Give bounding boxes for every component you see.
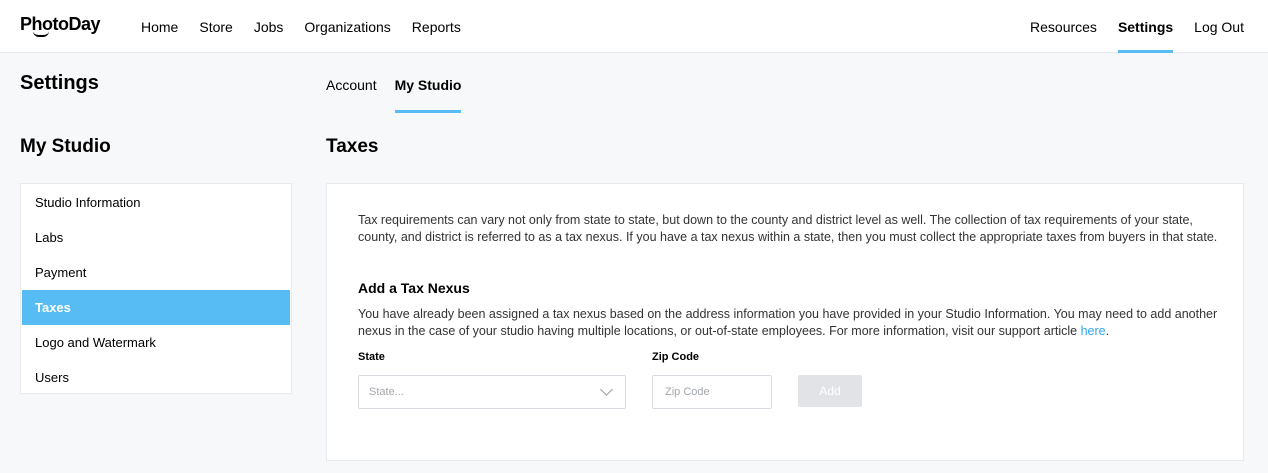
state-select-placeholder: State... (369, 386, 404, 398)
top-navigation-bar: PhotoDay Home Store Jobs Organizations R… (0, 0, 1268, 53)
chevron-down-icon (600, 383, 613, 396)
tax-intro-text: Tax requirements can vary not only from … (358, 213, 1218, 244)
sidebar-item-logo-and-watermark[interactable]: Logo and Watermark (21, 325, 291, 360)
add-tax-nexus-description: You have already been assigned a tax nex… (358, 306, 1224, 340)
sidebar-item-labs[interactable]: Labs (21, 220, 291, 255)
photoday-logo[interactable]: PhotoDay (20, 14, 101, 35)
nav-home[interactable]: Home (141, 0, 178, 53)
nav-store[interactable]: Store (199, 0, 232, 53)
add-tax-nexus-title: Add a Tax Nexus (358, 280, 470, 296)
nav-jobs[interactable]: Jobs (254, 0, 284, 53)
add-nexus-button[interactable]: Add (798, 375, 862, 407)
sidebar-item-taxes[interactable]: Taxes (22, 290, 290, 325)
logo-smile-icon (33, 31, 49, 37)
nav-organizations[interactable]: Organizations (304, 0, 390, 53)
state-select[interactable]: State... (358, 375, 626, 409)
sidebar-title: My Studio (20, 136, 111, 157)
settings-tabs: Account My Studio (326, 56, 479, 113)
zip-code-label: Zip Code (652, 351, 700, 363)
nav-left-group: Home Store Jobs Organizations Reports (141, 0, 482, 53)
studio-sidebar: Studio Information Labs Payment Taxes Lo… (20, 183, 292, 394)
nav-resources[interactable]: Resources (1030, 0, 1097, 53)
nav-right-group: Resources Settings Log Out (1009, 0, 1244, 53)
description-end: . (1105, 324, 1110, 338)
nav-log-out[interactable]: Log Out (1194, 0, 1244, 53)
main-section-title: Taxes (326, 136, 379, 157)
nav-reports[interactable]: Reports (412, 0, 461, 53)
taxes-card: Tax requirements can vary not only from … (326, 183, 1244, 461)
sidebar-item-studio-information[interactable]: Studio Information (21, 185, 291, 220)
nav-settings[interactable]: Settings (1117, 0, 1174, 53)
state-label: State (358, 351, 385, 363)
sidebar-item-users[interactable]: Users (21, 360, 291, 395)
tab-my-studio[interactable]: My Studio (394, 56, 461, 113)
zip-code-input[interactable] (652, 375, 772, 409)
tab-account[interactable]: Account (326, 56, 377, 113)
support-article-link[interactable]: here (1081, 324, 1106, 338)
sidebar-item-payment[interactable]: Payment (21, 255, 291, 290)
page-title: Settings (20, 72, 99, 94)
